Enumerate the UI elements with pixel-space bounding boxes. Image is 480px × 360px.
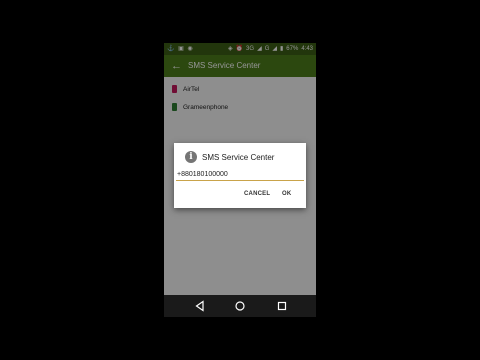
smsc-dialog: i SMS Service Center CANCEL OK (174, 143, 306, 208)
nav-home-icon[interactable] (234, 300, 246, 312)
dialog-title: SMS Service Center (202, 153, 275, 162)
phone-screen: ⚓ ▣ ◉ ◈ ⏰ 3G ◢ G ◢ ▮ 67% 4:43 ← SMS Serv… (164, 43, 316, 317)
ok-button[interactable]: OK (282, 191, 291, 197)
cancel-button[interactable]: CANCEL (244, 191, 270, 197)
navigation-bar (164, 295, 316, 317)
nav-recents-icon[interactable] (276, 300, 288, 312)
info-icon: i (185, 151, 197, 163)
smsc-number-input[interactable] (176, 169, 304, 181)
nav-back-icon[interactable] (194, 300, 206, 312)
